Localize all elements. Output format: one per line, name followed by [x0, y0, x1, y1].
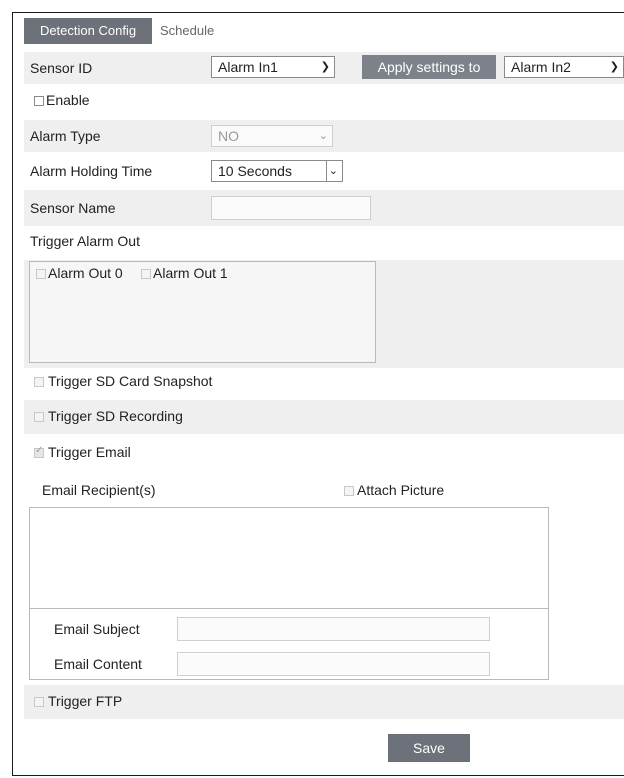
sensor-id-label: Sensor ID	[30, 60, 93, 76]
tab-detection-config[interactable]: Detection Config	[24, 18, 152, 44]
select-divider	[326, 161, 327, 181]
apply-target-select[interactable]: Alarm In2 ❯	[504, 56, 624, 78]
trigger-alarm-out-label: Trigger Alarm Out	[30, 233, 140, 249]
sd-recording-checkbox[interactable]	[34, 412, 44, 422]
alarm-type-value: NO	[218, 128, 239, 144]
chevron-down-icon: ❯	[320, 61, 330, 73]
email-recipients-textarea[interactable]	[30, 508, 548, 609]
alarm-type-select[interactable]: NO ⌄	[211, 125, 333, 147]
trigger-ftp-label: Trigger FTP	[48, 693, 123, 709]
holding-time-select[interactable]: 10 Seconds ⌄	[211, 160, 343, 182]
alarm-out-0-label: Alarm Out 0	[48, 265, 123, 281]
enable-checkbox[interactable]	[34, 96, 44, 106]
alarm-out-0-checkbox[interactable]	[36, 269, 46, 279]
attach-picture-checkbox[interactable]	[344, 486, 354, 496]
enable-label: Enable	[46, 92, 90, 108]
email-subject-label: Email Subject	[54, 621, 140, 637]
holding-time-value: 10 Seconds	[218, 163, 292, 179]
sd-snapshot-label: Trigger SD Card Snapshot	[48, 373, 213, 389]
holding-time-label: Alarm Holding Time	[30, 163, 153, 179]
chevron-down-icon: ⌄	[328, 165, 338, 177]
sd-snapshot-checkbox[interactable]	[34, 377, 44, 387]
email-content-input[interactable]	[177, 652, 490, 676]
alarm-out-box: Alarm Out 0 Alarm Out 1	[29, 261, 376, 363]
chevron-down-icon: ❯	[609, 61, 619, 73]
save-button[interactable]: Save	[388, 734, 470, 762]
email-panel: Email Subject Email Content	[29, 507, 549, 680]
email-recipients-label: Email Recipient(s)	[42, 482, 156, 498]
trigger-ftp-checkbox[interactable]	[34, 697, 44, 707]
alarm-out-1-checkbox[interactable]	[141, 269, 151, 279]
chevron-down-icon: ⌄	[318, 130, 328, 142]
alarm-out-1-label: Alarm Out 1	[153, 265, 228, 281]
email-content-label: Email Content	[54, 656, 142, 672]
trigger-email-checkbox[interactable]	[34, 445, 44, 458]
tab-schedule[interactable]: Schedule	[160, 18, 214, 44]
sensor-name-label: Sensor Name	[30, 200, 116, 216]
sensor-name-input[interactable]	[211, 196, 371, 220]
apply-settings-button[interactable]: Apply settings to	[362, 55, 496, 79]
email-subject-input[interactable]	[177, 617, 490, 641]
sensor-id-select[interactable]: Alarm In1 ❯	[211, 56, 335, 78]
sensor-id-value: Alarm In1	[218, 59, 278, 75]
alarm-type-label: Alarm Type	[30, 128, 101, 144]
sd-recording-label: Trigger SD Recording	[48, 408, 183, 424]
attach-picture-label: Attach Picture	[357, 482, 445, 498]
trigger-email-label: Trigger Email	[48, 444, 131, 460]
apply-target-value: Alarm In2	[511, 59, 571, 75]
